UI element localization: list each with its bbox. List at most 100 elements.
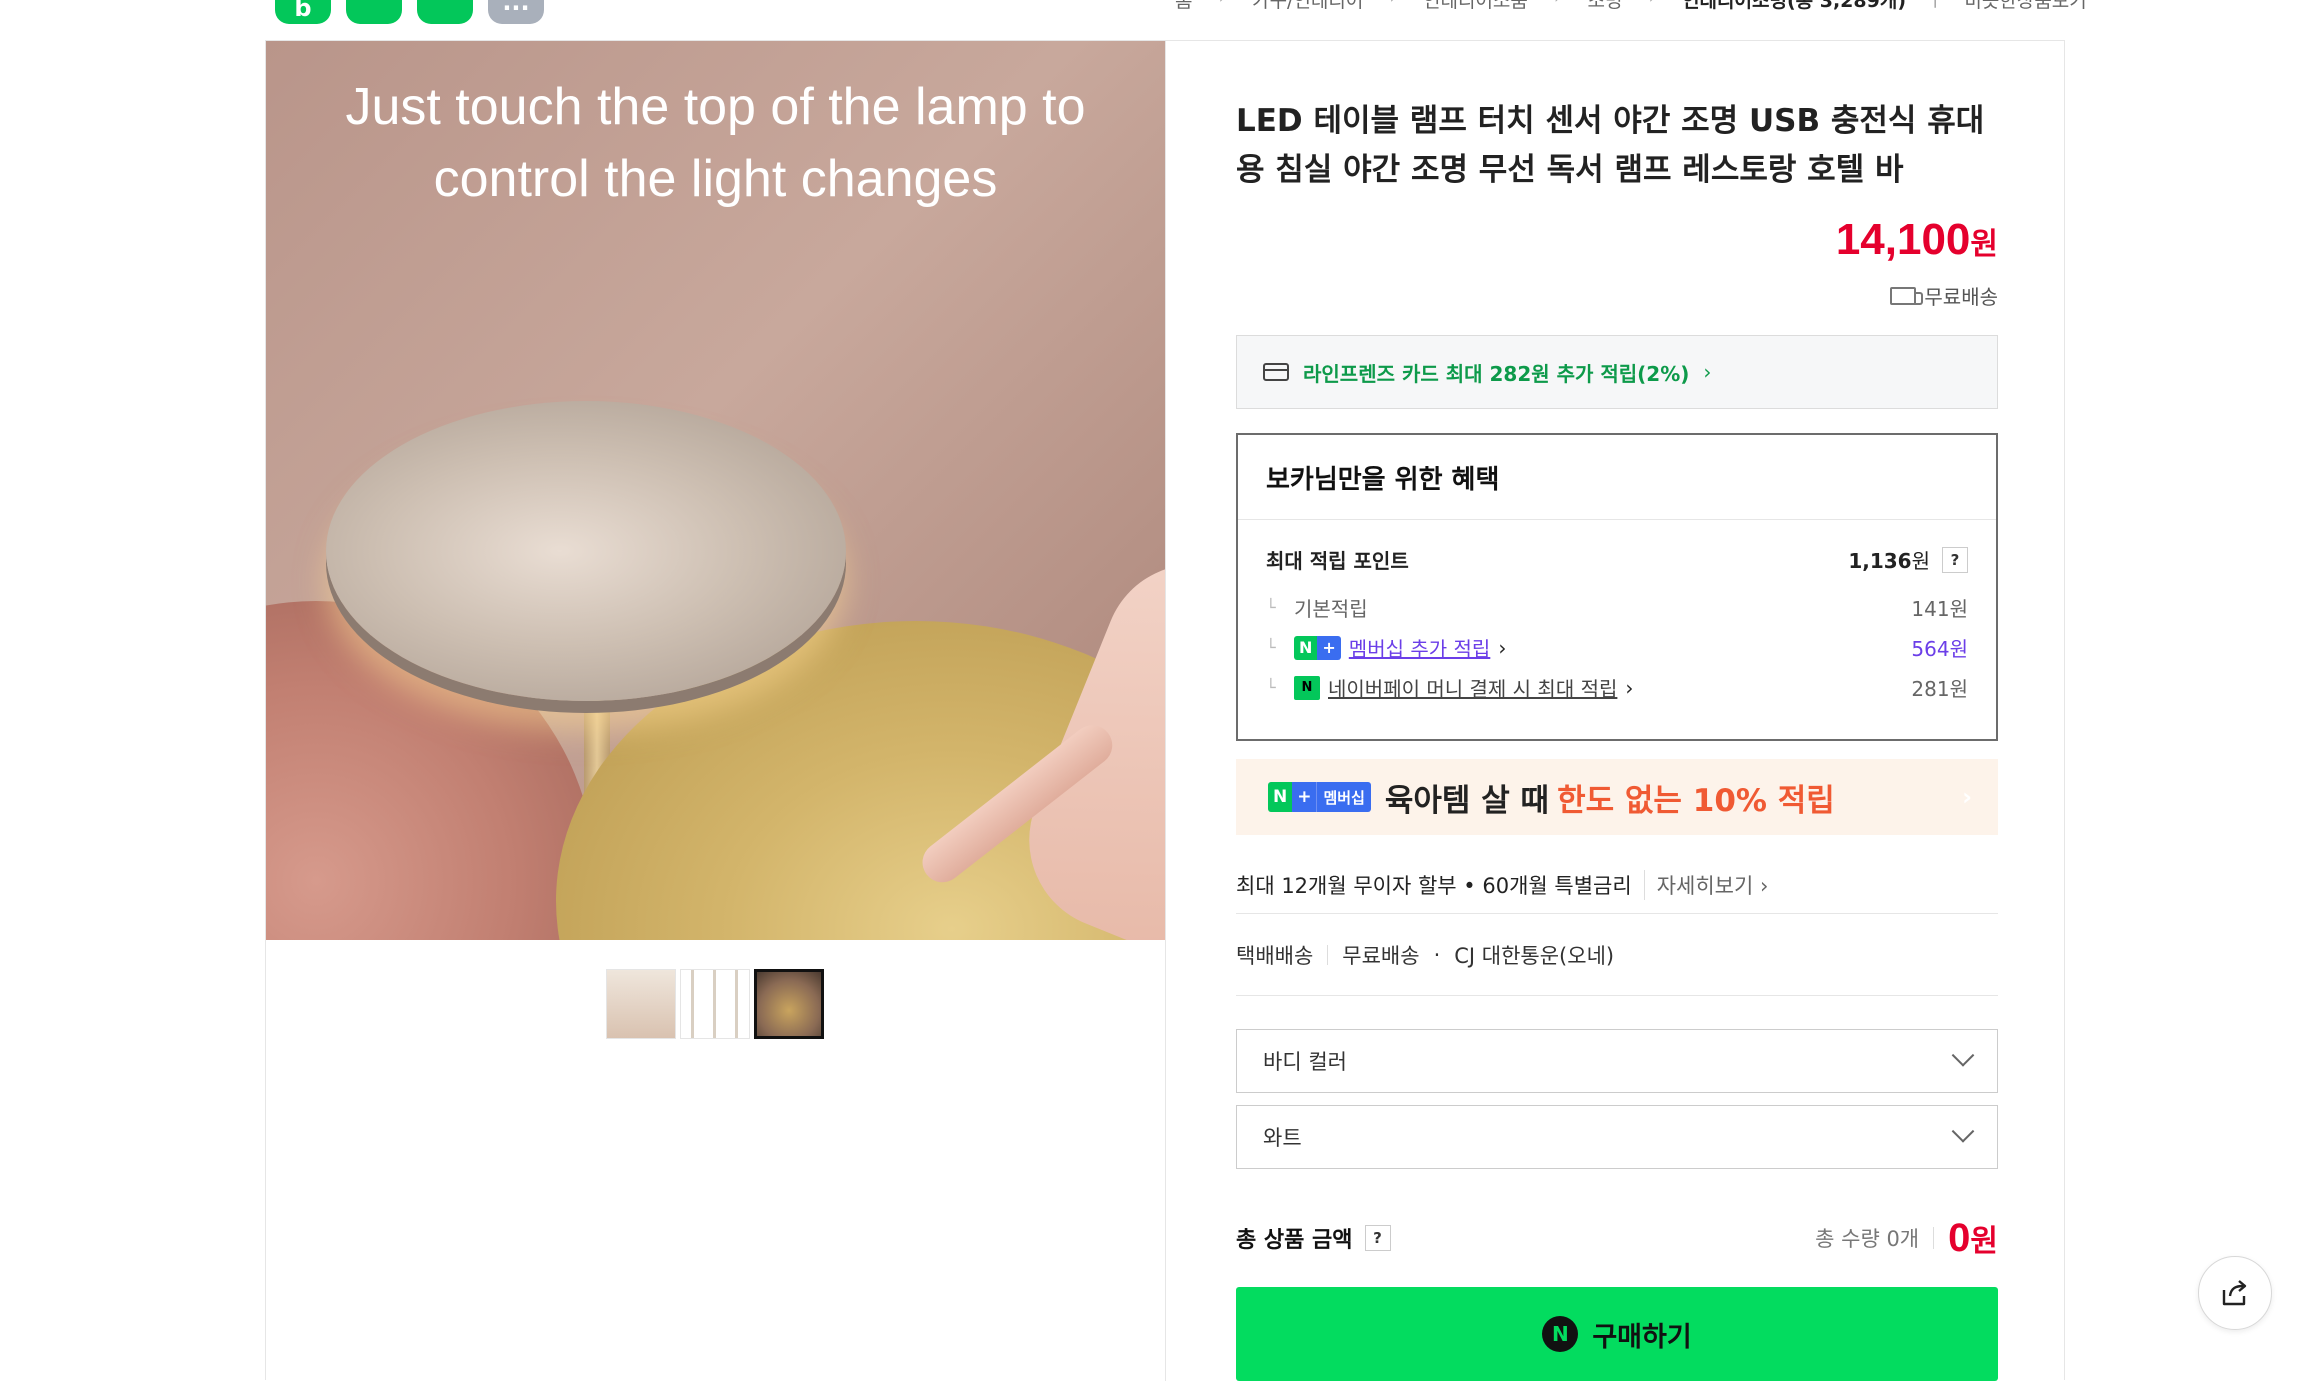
promo-text: 육아템 살 때: [1384, 782, 1550, 819]
similar-products-link[interactable]: 비슷한상품보기: [1964, 0, 2086, 13]
delivery-method: 택배배송: [1236, 944, 1314, 968]
blog-share-icon[interactable]: b: [275, 0, 331, 24]
badge-plus: +: [1317, 635, 1341, 660]
thumbnail-1[interactable]: [606, 969, 676, 1039]
share-buttons: b ···: [275, 0, 544, 24]
tree-corner-icon: └: [1266, 678, 1276, 697]
card-benefit-banner[interactable]: 라인프렌즈 카드 최대 282원 추가 적립(2%) ›: [1236, 335, 1998, 409]
option-select-body-color[interactable]: 바디 컬러: [1236, 1029, 1998, 1093]
installment-info: 최대 12개월 무이자 할부 • 60개월 특별금리 자세히보기 ›: [1236, 857, 1998, 914]
installment-more-link[interactable]: 자세히보기 ›: [1643, 870, 1768, 900]
total-amount-unit: 원: [1970, 1224, 1998, 1258]
card-benefit-text: 라인프렌즈 카드 최대 282원 추가 적립(2%): [1303, 361, 1690, 386]
benefits-title: 보카님만을 위한 혜택: [1238, 435, 1996, 520]
max-points-unit: 원: [1911, 549, 1930, 573]
breadcrumb-sep-icon: ›: [1554, 0, 1562, 13]
share-icon: [2222, 1280, 2247, 1306]
image-caption: Just touch the top of the lamp to contro…: [266, 71, 1165, 215]
more-share-icon[interactable]: ···: [488, 0, 544, 24]
option-select-wattage[interactable]: 와트: [1236, 1105, 1998, 1169]
thumbnail-list: [606, 969, 824, 1039]
total-amount: 0원: [1948, 1216, 1998, 1261]
caption-line-1: Just touch the top of the lamp to: [345, 78, 1086, 136]
membership-points-row: └ N + 멤버십 추가 적립 › 564원: [1266, 633, 1968, 662]
breadcrumb: 홈 › 가구/인테리어 › 인테리어소품 › 조명 › 인테리어조명(총 3,289개)…: [1175, 0, 2087, 13]
product-main-image[interactable]: Just touch the top of the lamp to contro…: [266, 41, 1165, 940]
delivery-info: 택배배송 무료배송 · CJ 대한통운(오네): [1236, 915, 1998, 996]
divider: [1327, 945, 1329, 965]
product-price: 14,100원: [1836, 215, 1998, 265]
naver-plus-badge-icon: N +: [1294, 635, 1341, 660]
tree-corner-icon: └: [1266, 598, 1276, 617]
breadcrumb-furniture[interactable]: 가구/인테리어: [1252, 0, 1363, 13]
total-price-row: 총 상품 금액? 총 수량 0개 0원: [1236, 1213, 1998, 1263]
chevron-down-icon: [1951, 1120, 1975, 1143]
basic-points-value: 141원: [1911, 597, 1968, 621]
buy-button-label: 구매하기: [1592, 1321, 1692, 1353]
tree-corner-icon: └: [1266, 638, 1276, 657]
shipping-info: 무료배송: [1890, 281, 1998, 310]
credit-card-icon: [1263, 363, 1289, 381]
badge-n: N: [1294, 635, 1318, 660]
breadcrumb-sep-icon: ›: [1389, 0, 1397, 13]
max-points-value-group: 1,136원 ?: [1848, 545, 1968, 574]
shipping-text: 무료배송: [1924, 285, 1998, 309]
total-help-icon[interactable]: ?: [1364, 1225, 1391, 1251]
more-label: 자세히보기: [1656, 874, 1754, 898]
product-gallery: Just touch the top of the lamp to contro…: [266, 41, 1166, 1381]
badge-n: N: [1268, 782, 1293, 812]
membership-points-value: 564원: [1911, 637, 1968, 661]
thumbnail-2[interactable]: [680, 969, 750, 1039]
chevron-right-icon: ›: [1498, 635, 1507, 660]
promo-highlight: 한도 없는 10% 적립: [1557, 782, 1835, 819]
breadcrumb-sep-icon: ›: [1218, 0, 1226, 13]
npay-points-row: └ N 네이버페이 머니 결제 시 최대 적립 › 281원: [1266, 673, 1968, 702]
total-label: 총 상품 금액: [1236, 1228, 1353, 1253]
points-help-icon[interactable]: ?: [1942, 546, 1968, 573]
breadcrumb-current[interactable]: 인테리어조명(총 3,289개): [1682, 0, 1906, 13]
divider: [1933, 1227, 1935, 1249]
breadcrumb-divider: |: [1932, 0, 1938, 13]
caption-line-2: control the light changes: [433, 150, 998, 208]
naver-pay-icon: N: [1294, 675, 1320, 700]
chevron-down-icon: [1951, 1044, 1975, 1067]
total-quantity: 총 수량 0개: [1815, 1227, 1920, 1251]
floating-share-button[interactable]: [2198, 1256, 2272, 1330]
membership-points-link[interactable]: 멤버십 추가 적립: [1349, 633, 1491, 662]
chevron-right-icon: ›: [1703, 360, 1712, 384]
option-label: 바디 컬러: [1263, 1050, 1347, 1074]
dot-separator: ·: [1433, 943, 1441, 967]
breadcrumb-interior[interactable]: 인테리어소품: [1423, 0, 1528, 13]
top-bar: b ··· 홈 › 가구/인테리어 › 인테리어소품 › 조명 › 인테리어조명(총 3…: [0, 0, 2300, 40]
basic-points-label: 기본적립: [1294, 597, 1368, 621]
breadcrumb-home[interactable]: 홈: [1175, 0, 1192, 13]
total-amount-value: 0: [1948, 1215, 1971, 1260]
badge-plus: +: [1292, 782, 1317, 812]
chevron-right-icon: ›: [1962, 783, 1972, 811]
breadcrumb-lighting[interactable]: 조명: [1588, 0, 1623, 13]
max-points-row: 최대 적립 포인트 1,136원 ?: [1266, 545, 1968, 574]
price-value: 14,100: [1835, 215, 1971, 264]
max-points-number: 1,136: [1848, 549, 1912, 573]
buy-button[interactable]: N 구매하기: [1236, 1287, 1998, 1381]
npay-points-link[interactable]: 네이버페이 머니 결제 시 최대 적립: [1328, 673, 1617, 702]
member-benefits-box: 보카님만을 위한 혜택 최대 적립 포인트 1,136원 ? └ 기본적립 141…: [1236, 433, 1998, 741]
max-points-value: 1,136원: [1848, 545, 1930, 574]
naver-n-icon: N: [1542, 1316, 1579, 1352]
product-title: LED 테이블 램프 터치 센서 야간 조명 USB 충전식 휴대용 침실 야간…: [1236, 103, 1985, 188]
basic-points-row: └ 기본적립 141원: [1266, 593, 1968, 622]
badge-membership: 멤버십: [1316, 782, 1371, 812]
max-points-label: 최대 적립 포인트: [1266, 549, 1409, 573]
talk-share-icon[interactable]: [346, 0, 402, 24]
breadcrumb-sep-icon: ›: [1648, 0, 1656, 13]
product-card: Just touch the top of the lamp to contro…: [265, 40, 2065, 1381]
membership-promo-banner[interactable]: N + 멤버십 육아템 살 때 한도 없는 10% 적립 ›: [1236, 759, 1998, 835]
delivery-fee: 무료배송: [1342, 944, 1420, 968]
delivery-courier: CJ 대한통운(오네): [1454, 944, 1615, 968]
option-label: 와트: [1263, 1126, 1302, 1150]
lamp-disc-silver: [326, 401, 846, 701]
price-unit: 원: [1970, 228, 1998, 261]
band-share-icon[interactable]: [417, 0, 473, 24]
npay-points-value: 281원: [1911, 677, 1968, 701]
thumbnail-3-selected[interactable]: [754, 969, 824, 1039]
